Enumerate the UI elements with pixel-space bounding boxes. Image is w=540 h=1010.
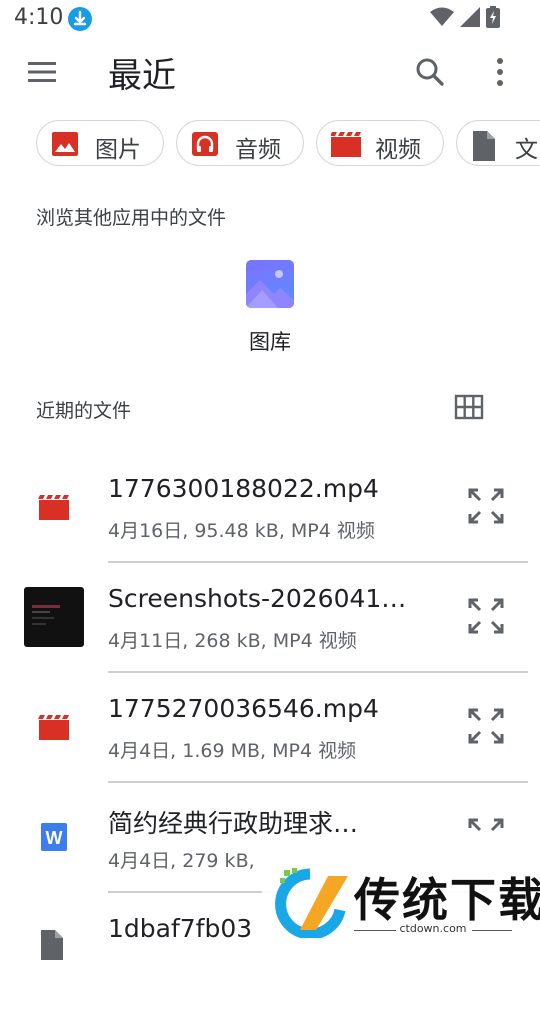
filter-chips: 图片 音频 视频 文	[0, 120, 540, 170]
expand-preview-icon[interactable]	[466, 816, 506, 856]
word-doc-icon: W	[24, 823, 84, 883]
divider	[108, 561, 528, 563]
watermark: 传统下载 ctdown.com	[262, 860, 540, 960]
movie-clapper-icon	[24, 490, 84, 550]
chip-audio[interactable]: 音频	[176, 120, 304, 166]
chip-label: 图片	[95, 137, 141, 163]
grid-view-icon[interactable]	[454, 394, 484, 420]
signal-icon	[460, 7, 480, 31]
movie-clapper-icon	[24, 710, 84, 770]
divider	[108, 781, 528, 783]
chip-videos[interactable]: 视频	[316, 120, 444, 166]
expand-preview-icon[interactable]	[466, 596, 506, 636]
expand-preview-icon[interactable]	[466, 706, 506, 746]
gallery-label: 图库	[249, 330, 291, 354]
headphones-icon	[191, 131, 219, 157]
watermark-text: 传统下载	[354, 873, 540, 927]
file-name: Screenshots-2026041…	[108, 584, 407, 613]
page-title: 最近	[108, 56, 176, 96]
recent-heading: 近期的文件	[36, 400, 132, 422]
file-meta: 4月16日, 95.48 kB, MP4 视频	[108, 520, 375, 542]
hamburger-menu-icon[interactable]	[22, 52, 62, 92]
chip-images[interactable]: 图片	[36, 120, 164, 166]
file-name: 简约经典行政助理求…	[108, 809, 359, 838]
expand-preview-icon[interactable]	[466, 486, 506, 526]
watermark-domain: ctdown.com	[399, 922, 467, 935]
movie-clapper-icon	[330, 131, 361, 157]
chip-label: 视频	[375, 137, 421, 163]
toolbar: 最近	[0, 36, 540, 108]
file-meta: 4月4日, 279 kB,	[108, 850, 255, 872]
gallery-icon	[246, 260, 294, 308]
download-icon	[68, 7, 92, 31]
chip-label: 文	[515, 137, 538, 163]
document-icon	[471, 131, 499, 161]
document-icon	[24, 930, 84, 990]
file-name: 1775270036546.mp4	[108, 694, 379, 723]
wifi-icon	[430, 7, 454, 31]
file-meta: 4月4日, 1.69 MB, MP4 视频	[108, 740, 357, 762]
file-row[interactable]: 1775270036546.mp4 4月4日, 1.69 MB, MP4 视频	[0, 680, 540, 790]
status-time: 4:10	[14, 5, 64, 30]
status-icons	[430, 6, 500, 32]
chip-documents[interactable]: 文	[456, 120, 540, 166]
file-row[interactable]: 1776300188022.mp4 4月16日, 95.48 kB, MP4 视…	[0, 460, 540, 570]
battery-charging-icon	[486, 6, 500, 32]
divider	[108, 671, 528, 673]
video-thumbnail	[24, 587, 84, 647]
file-name: 1dbaf7fb03	[108, 914, 253, 943]
status-bar: 4:10	[0, 0, 540, 36]
file-name: 1776300188022.mp4	[108, 474, 379, 503]
file-row[interactable]: Screenshots-2026041… 4月11日, 268 kB, MP4 …	[0, 570, 540, 680]
more-vert-icon[interactable]	[482, 52, 518, 92]
svg-text:W: W	[46, 828, 63, 848]
search-icon[interactable]	[410, 52, 450, 92]
watermark-logo-icon	[270, 866, 352, 940]
image-icon	[51, 131, 79, 157]
browse-heading: 浏览其他应用中的文件	[36, 207, 227, 229]
chip-label: 音频	[235, 137, 281, 163]
gallery-app[interactable]: 图库	[228, 260, 312, 360]
file-meta: 4月11日, 268 kB, MP4 视频	[108, 630, 357, 652]
